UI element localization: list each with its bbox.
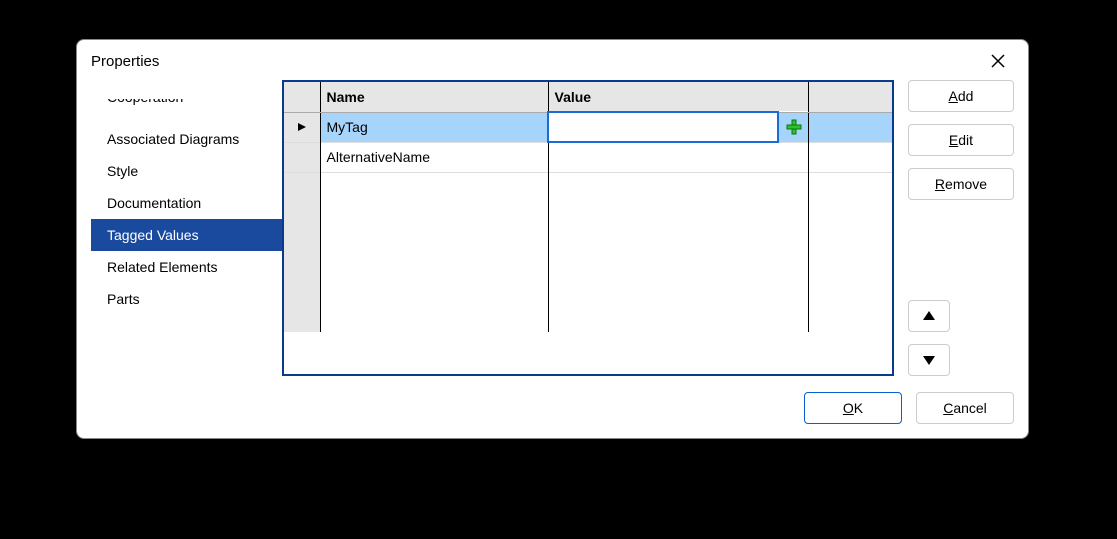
column-header-value[interactable]: Value xyxy=(548,82,808,112)
cancel-label-rest: ancel xyxy=(953,400,986,416)
arrow-up-icon xyxy=(922,309,936,323)
sidebar-item-style[interactable]: Style xyxy=(91,155,282,187)
sidebar-item-related-elements[interactable]: Related Elements xyxy=(91,251,282,283)
table-row[interactable]: AlternativeName xyxy=(284,142,892,172)
grid-corner xyxy=(284,82,320,112)
sidebar-item-cooperation[interactable]: Cooperation xyxy=(91,99,282,123)
sidebar-item-label: Documentation xyxy=(107,195,201,211)
edit-label-rest: dit xyxy=(958,132,973,148)
cell-value[interactable] xyxy=(548,112,778,142)
ok-label-rest: K xyxy=(854,400,863,416)
cell-blank xyxy=(808,142,892,172)
sidebar-item-label: Associated Diagrams xyxy=(107,131,239,147)
plus-icon xyxy=(785,118,802,136)
remove-label-rest: emove xyxy=(945,176,987,192)
tagged-values-grid: Name Value MyTag xyxy=(282,80,894,376)
close-button[interactable] xyxy=(982,49,1014,73)
side-button-bar: Add Edit Remove xyxy=(900,80,1014,376)
move-down-button[interactable] xyxy=(908,344,950,376)
sidebar-item-associated-diagrams[interactable]: Associated Diagrams xyxy=(91,123,282,155)
column-header-blank xyxy=(808,82,892,112)
grid-empty-area xyxy=(284,172,892,332)
move-up-button[interactable] xyxy=(908,300,950,332)
sidebar-item-documentation[interactable]: Documentation xyxy=(91,187,282,219)
sidebar-item-label: Parts xyxy=(107,291,140,307)
dialog-footer: OK Cancel xyxy=(77,384,1028,438)
arrow-down-icon xyxy=(922,353,936,367)
cell-value-picker[interactable] xyxy=(778,112,808,142)
edit-button[interactable]: Edit xyxy=(908,124,1014,156)
current-row-indicator-icon xyxy=(297,119,307,135)
sidebar-item-tagged-values[interactable]: Tagged Values xyxy=(91,219,282,251)
add-label-rest: dd xyxy=(958,88,974,104)
add-button[interactable]: Add xyxy=(908,80,1014,112)
sidebar-item-parts[interactable]: Parts xyxy=(91,283,282,315)
sidebar-item-label: Cooperation xyxy=(107,99,183,105)
cancel-button[interactable]: Cancel xyxy=(916,392,1014,424)
table-row[interactable]: MyTag xyxy=(284,112,892,142)
cell-name[interactable]: MyTag xyxy=(320,112,548,142)
sidebar: Cooperation Associated Diagrams Style Do… xyxy=(77,80,282,376)
close-icon xyxy=(990,53,1006,69)
ok-button[interactable]: OK xyxy=(804,392,902,424)
cell-name[interactable]: AlternativeName xyxy=(320,142,548,172)
sidebar-item-label: Related Elements xyxy=(107,259,218,275)
cell-value[interactable] xyxy=(548,142,808,172)
sidebar-item-label: Style xyxy=(107,163,138,179)
dialog-title: Properties xyxy=(91,53,159,70)
column-header-name[interactable]: Name xyxy=(320,82,548,112)
titlebar: Properties xyxy=(77,40,1028,80)
remove-button[interactable]: Remove xyxy=(908,168,1014,200)
sidebar-item-label: Tagged Values xyxy=(107,227,199,243)
cell-blank xyxy=(808,112,892,142)
properties-dialog: Properties Cooperation Associated Diagra… xyxy=(76,39,1029,439)
